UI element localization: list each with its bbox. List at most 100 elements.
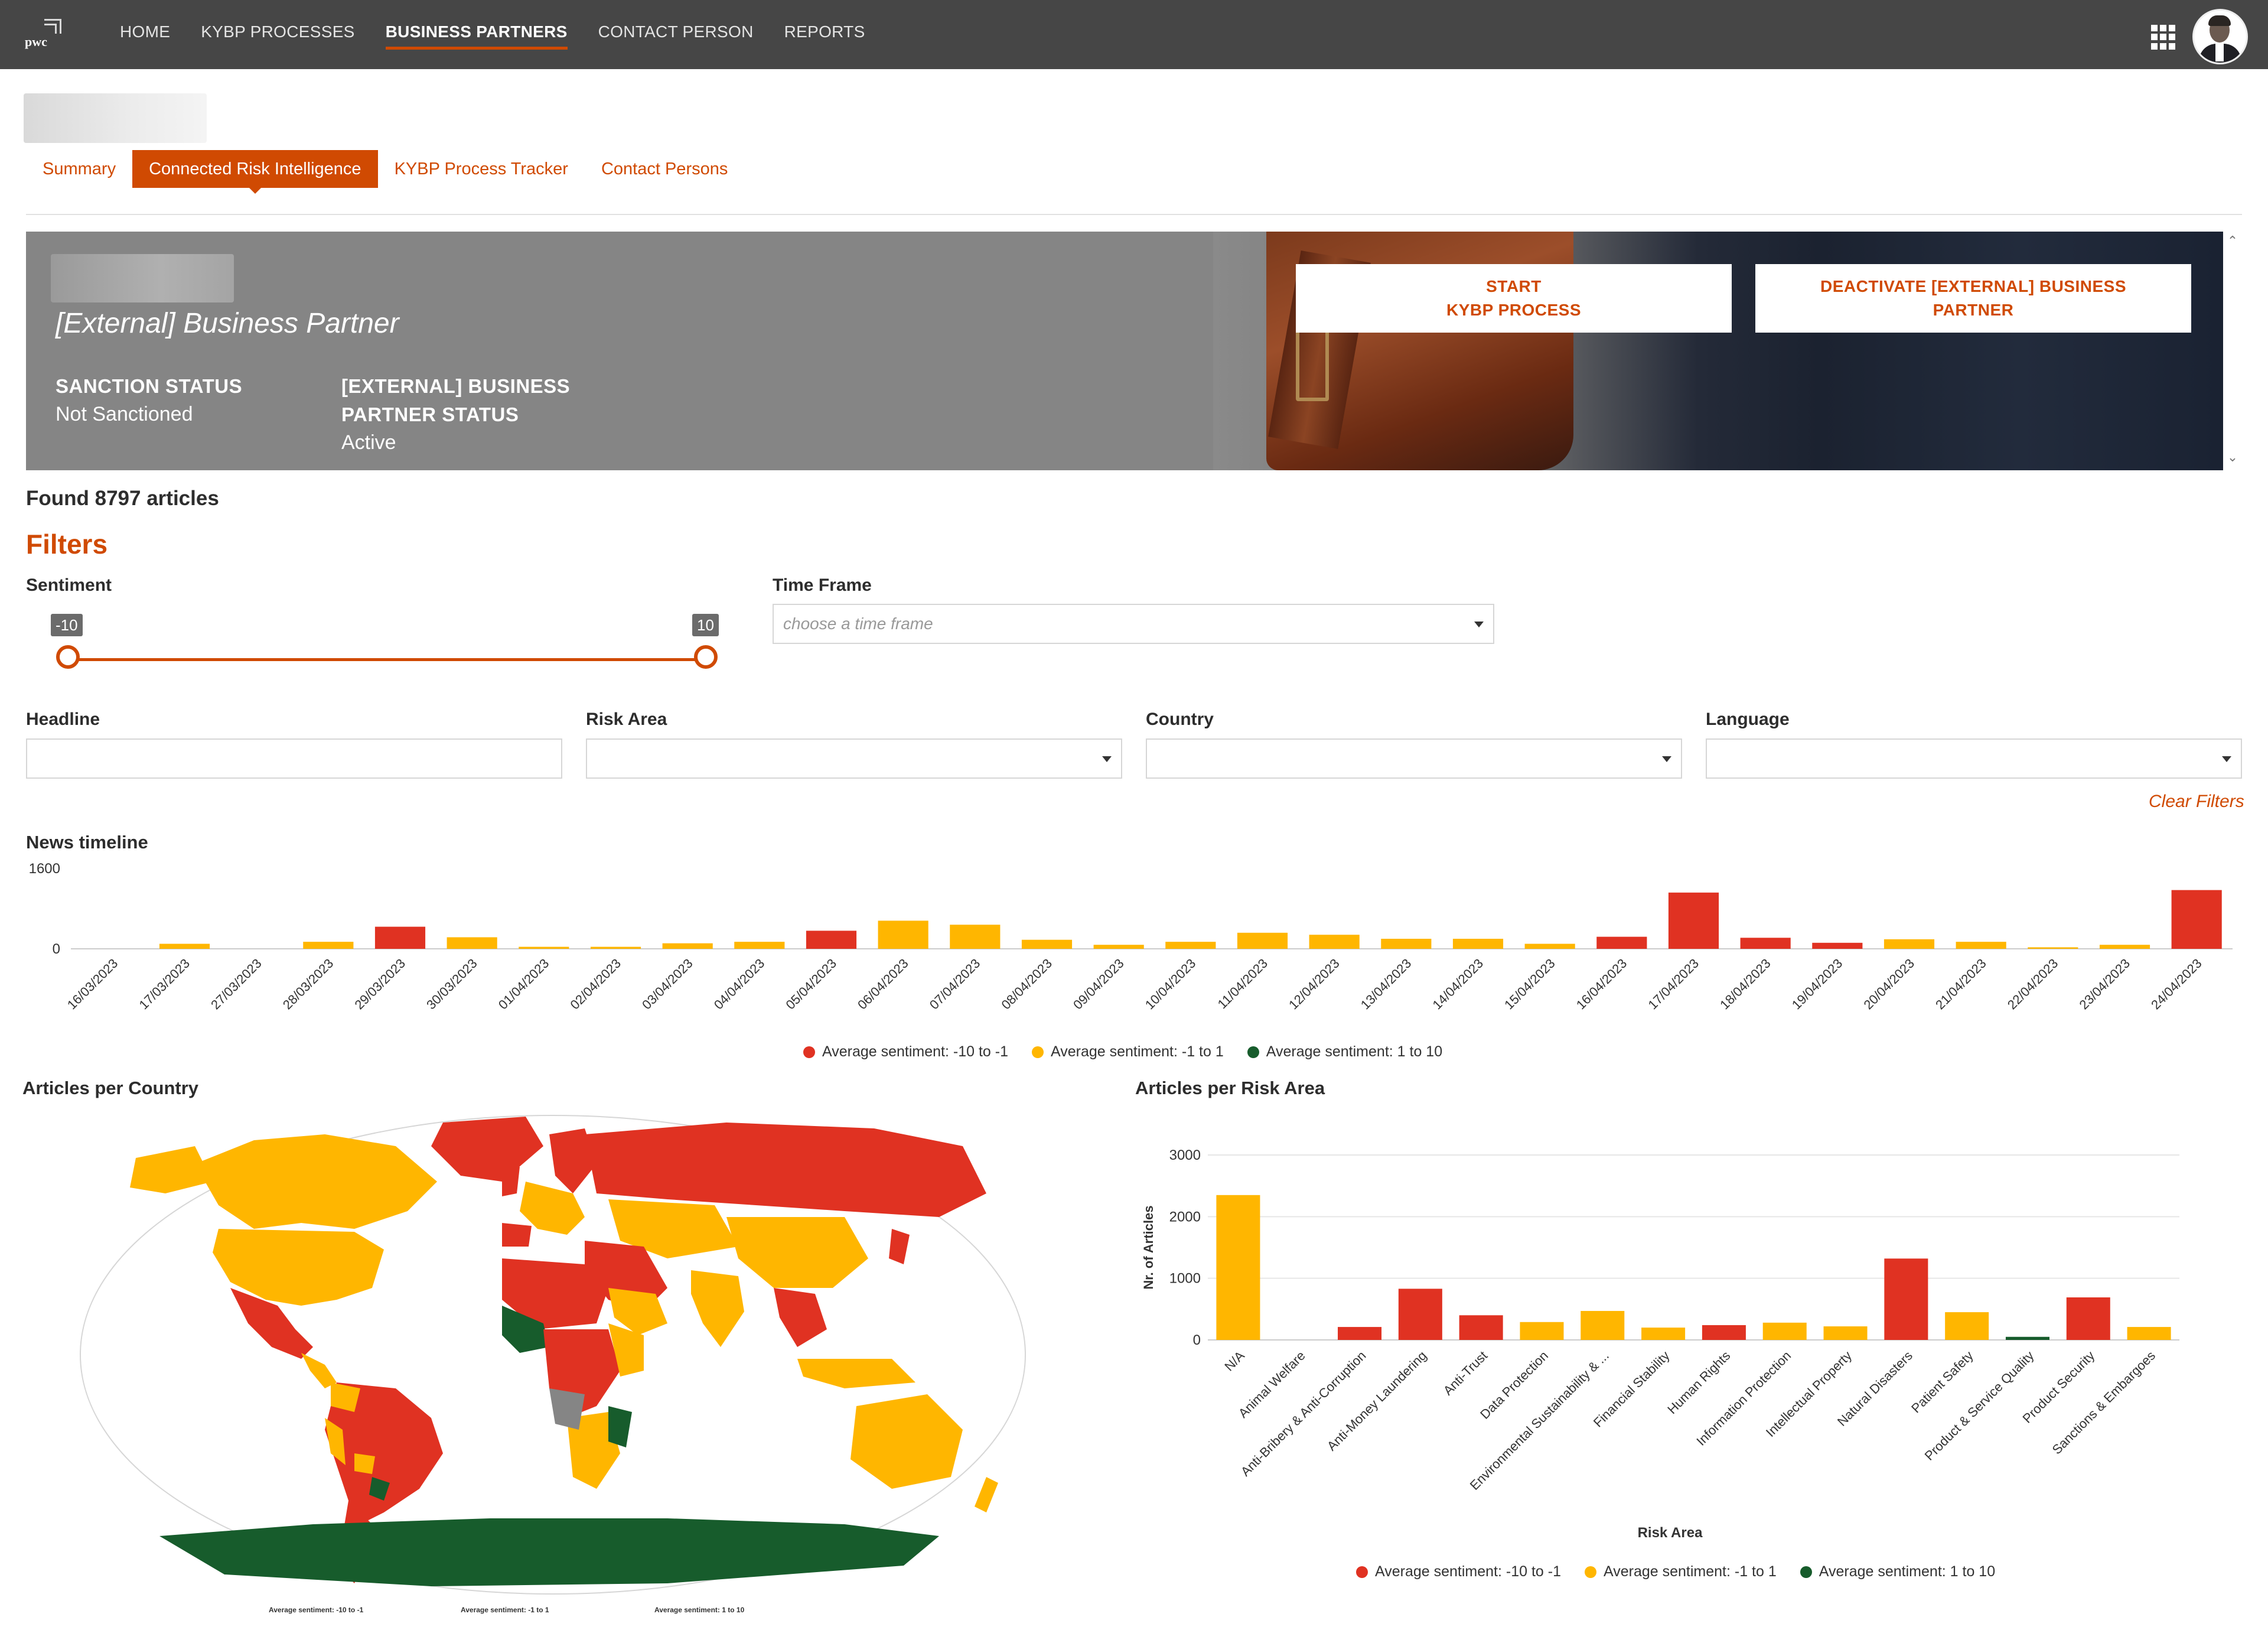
timeline-xtick: 07/04/2023 [927,956,983,1013]
risk-area-chart: 0100020003000Nr. of ArticlesN/AAnimal We… [1141,1147,2179,1541]
timeline-xtick: 10/04/2023 [1142,956,1199,1013]
partner-type-title: [External] Business Partner [56,308,399,339]
map-legend-neutral: Average sentiment: -1 to 1 [461,1606,549,1614]
sentiment-max-handle[interactable] [694,645,718,669]
timeline-xtick: 29/03/2023 [351,956,408,1013]
timeline-xtick: 18/04/2023 [1717,956,1774,1013]
risk-xtick: Human Rights [1664,1348,1733,1417]
news-timeline-chart: 0 1600 16/03/2023 17/03/2023 27/03/2023 28/03… [29,861,2233,1013]
risk-xtick: Sanctions & Embargoes [2049,1348,2159,1457]
timeline-bar [1884,939,1935,949]
filters-title: Filters [26,529,108,559]
headline-input[interactable] [26,738,562,779]
timeline-bar [662,943,713,949]
time-frame-placeholder: choose a time frame [783,614,933,633]
risk-xtick: Anti-Money Laundering [1324,1348,1430,1454]
timeline-xtick: 13/04/2023 [1358,956,1415,1013]
country-select[interactable] [1146,738,1682,779]
timeline-xtick: 30/03/2023 [423,956,480,1013]
user-avatar[interactable] [2192,9,2248,64]
timeline-xtick: 08/04/2023 [998,956,1055,1013]
apps-grid-icon[interactable] [2151,25,2176,50]
country-new-zealand [975,1477,998,1512]
map-legend-negative: Average sentiment: -10 to -1 [269,1606,364,1614]
sentiment-max-tag: 10 [692,614,719,636]
timeline-bar [1309,935,1360,949]
risk-area-select[interactable] [586,738,1122,779]
risk-ytick: 2000 [1169,1209,1201,1225]
bp-status-value: Active [341,431,396,454]
logo-mark-inner [44,24,57,34]
risk-ytick: 3000 [1169,1147,1201,1163]
timeline-bar [2171,890,2222,949]
timeline-legend: Average sentiment: -10 to -1 Average sen… [803,1043,1442,1060]
risk-area-legend: Average sentiment: -10 to -1 Average sen… [1356,1563,1995,1580]
country-chevron-down-icon [1662,756,1671,762]
time-frame-label: Time Frame [773,575,872,595]
timeline-bar [519,946,569,949]
clear-filters-link[interactable]: Clear Filters [2149,792,2244,812]
tab-summary[interactable]: Summary [26,150,132,188]
timeline-xtick: 17/03/2023 [136,956,193,1013]
sentiment-slider-track[interactable] [68,658,706,661]
nav-home[interactable]: HOME [120,21,170,50]
sentiment-min-handle[interactable] [56,645,80,669]
sentiment-label: Sentiment [26,575,112,595]
risk-xtick: N/A [1221,1348,1247,1374]
timeline-xtick: 20/04/2023 [1860,956,1917,1013]
timeline-xtick: 16/04/2023 [1573,956,1630,1013]
risk-ylabel: Nr. of Articles [1141,1205,1156,1289]
language-select[interactable] [1706,738,2242,779]
deactivate-button-line1: DEACTIVATE [EXTERNAL] BUSINESS [1820,277,2126,295]
nav-reports[interactable]: REPORTS [784,21,865,50]
risk-xtick: Patient Safety [1908,1348,1976,1416]
language-label: Language [1706,710,1790,729]
risk-bar [1216,1195,1260,1340]
banner-scroll-down-icon[interactable]: ⌄ [2227,451,2238,464]
start-kybp-process-button[interactable]: START KYBP PROCESS [1296,264,1732,333]
timeline-xtick: 23/04/2023 [2076,956,2133,1013]
country-label: Country [1146,710,1214,729]
banner-scroll-up-icon[interactable]: ⌃ [2227,235,2238,248]
legend-positive-label: Average sentiment: 1 to 10 [1266,1043,1443,1060]
nav-contact-person[interactable]: CONTACT PERSON [598,21,754,50]
timeline-bar [806,931,857,949]
risk-legend-negative-dot [1356,1566,1368,1578]
timeline-xtick: 16/03/2023 [64,956,121,1013]
risk-bar [1702,1325,1746,1340]
headline-label: Headline [26,710,100,729]
pwc-logo[interactable]: pwc [22,17,64,52]
risk-bar [1884,1258,1928,1340]
timeline-xtick: 28/03/2023 [280,956,337,1013]
timeline-xtick: 14/04/2023 [1429,956,1486,1013]
timeline-xtick: 11/04/2023 [1215,956,1270,1011]
timeline-xtick: 15/04/2023 [1501,956,1558,1013]
world-map [80,1115,1026,1595]
deactivate-business-partner-button[interactable]: DEACTIVATE [EXTERNAL] BUSINESS PARTNER [1755,264,2191,333]
timeline-bar [159,943,210,949]
tab-kybp-process-tracker[interactable]: KYBP Process Tracker [378,150,585,188]
time-frame-select[interactable]: choose a time frame [773,604,1494,644]
tab-connected-risk-intelligence[interactable]: Connected Risk Intelligence [132,150,378,194]
legend-negative-label: Average sentiment: -10 to -1 [822,1043,1008,1060]
nav-kybp-processes[interactable]: KYBP PROCESSES [201,21,354,50]
risk-ytick: 0 [1193,1332,1201,1348]
articles-per-risk-area-title: Articles per Risk Area [1135,1078,1325,1098]
timeline-xtick: 04/04/2023 [711,956,768,1013]
timeline-xtick: 02/04/2023 [567,956,624,1013]
timeline-bar [1021,939,1073,949]
risk-bar [1945,1312,1989,1340]
risk-ytick: 1000 [1169,1271,1201,1287]
timeline-bar [1381,939,1432,949]
risk-bar [1459,1315,1503,1340]
risk-bar [1398,1289,1442,1340]
map-legend-positive: Average sentiment: 1 to 10 [654,1606,745,1614]
risk-bar [1338,1327,1382,1340]
sanction-status-value: Not Sanctioned [56,403,193,425]
risk-xtick: Anti-Trust [1441,1348,1491,1398]
risk-xlabel: Risk Area [1638,1525,1703,1541]
sentiment-min-tag: -10 [51,614,83,636]
timeline-bar [1668,892,1719,949]
tab-contact-persons[interactable]: Contact Persons [585,150,744,188]
nav-business-partners[interactable]: BUSINESS PARTNERS [385,21,568,50]
